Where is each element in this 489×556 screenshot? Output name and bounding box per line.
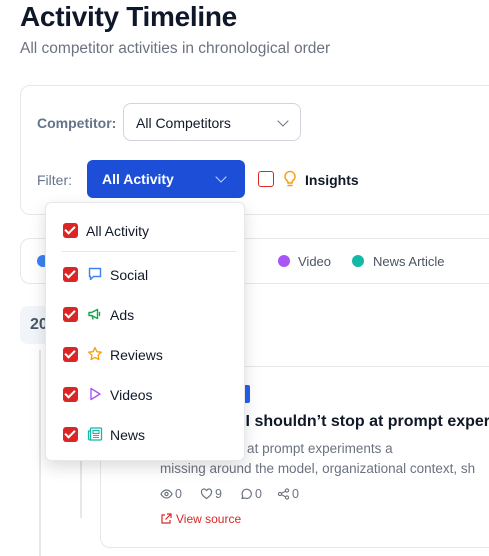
dropdown-option-label: Social — [110, 267, 149, 283]
insights-checkbox[interactable] — [258, 171, 274, 187]
comments-count: 0 — [255, 487, 262, 501]
activity-filter-value: All Activity — [102, 171, 174, 187]
activity-excerpt-line: missing around the model, organizational… — [160, 461, 476, 476]
view-source-label: View source — [176, 512, 242, 526]
activity-filter-select[interactable]: All Activity — [87, 160, 245, 198]
checkbox-checked[interactable] — [63, 267, 78, 282]
dropdown-option-label: News — [110, 427, 146, 443]
filters-panel: Competitor: All Competitors Filter: All … — [20, 85, 489, 215]
competitor-select-value: All Competitors — [136, 115, 231, 131]
dropdown-option-label: Ads — [110, 307, 135, 323]
dropdown-option-videos[interactable]: Videos — [46, 376, 244, 412]
megaphone-icon — [88, 308, 101, 320]
legend-label: News Article — [373, 254, 445, 269]
checkbox-checked[interactable] — [63, 387, 78, 402]
dropdown-option-label: Videos — [110, 387, 153, 403]
dropdown-option-label: Reviews — [110, 347, 163, 363]
chat-bubble-icon — [88, 267, 102, 281]
page-subtitle: All competitor activities in chronologic… — [20, 40, 331, 57]
checkbox-checked[interactable] — [63, 223, 78, 238]
dropdown-option-ads[interactable]: Ads — [46, 296, 244, 332]
checkbox-checked[interactable] — [63, 307, 78, 322]
star-icon — [88, 346, 102, 361]
page-title: Activity Timeline — [20, 1, 237, 32]
activity-filter-dropdown: All Activity Social Ads Reviews Videos N… — [45, 202, 245, 461]
heart-icon — [200, 488, 213, 500]
eye-icon — [160, 489, 173, 499]
competitor-select[interactable]: All Competitors — [123, 103, 301, 141]
lightbulb-icon — [284, 170, 296, 187]
dropdown-option-label: All Activity — [86, 223, 150, 239]
external-link-icon — [161, 513, 172, 524]
dropdown-option-reviews[interactable]: Reviews — [46, 336, 244, 372]
shares-count: 0 — [292, 487, 299, 501]
filter-label: Filter: — [37, 172, 72, 188]
legend-dot-news — [352, 255, 364, 267]
comment-icon — [241, 488, 252, 500]
share-icon — [277, 488, 290, 500]
checkbox-checked[interactable] — [63, 427, 78, 442]
play-icon — [90, 387, 101, 401]
likes-count: 9 — [215, 487, 222, 501]
views-count: 0 — [175, 487, 182, 501]
competitor-label: Competitor: — [37, 115, 117, 131]
newspaper-icon — [87, 427, 103, 441]
dropdown-divider — [62, 251, 236, 252]
legend-label: Video — [298, 254, 332, 269]
chevron-down-icon — [277, 115, 289, 127]
insights-label[interactable]: Insights — [305, 172, 359, 188]
legend-dot-video — [278, 255, 290, 267]
chevron-down-icon — [215, 171, 227, 183]
dropdown-option-social[interactable]: Social — [46, 256, 244, 292]
checkbox-checked[interactable] — [63, 347, 78, 362]
activity-title[interactable]: AI shouldn’t stop at prompt experi — [234, 413, 489, 431]
dropdown-option-all-activity[interactable]: All Activity — [46, 212, 244, 248]
dropdown-option-news[interactable]: News — [46, 416, 244, 452]
timeline-line — [39, 350, 41, 556]
